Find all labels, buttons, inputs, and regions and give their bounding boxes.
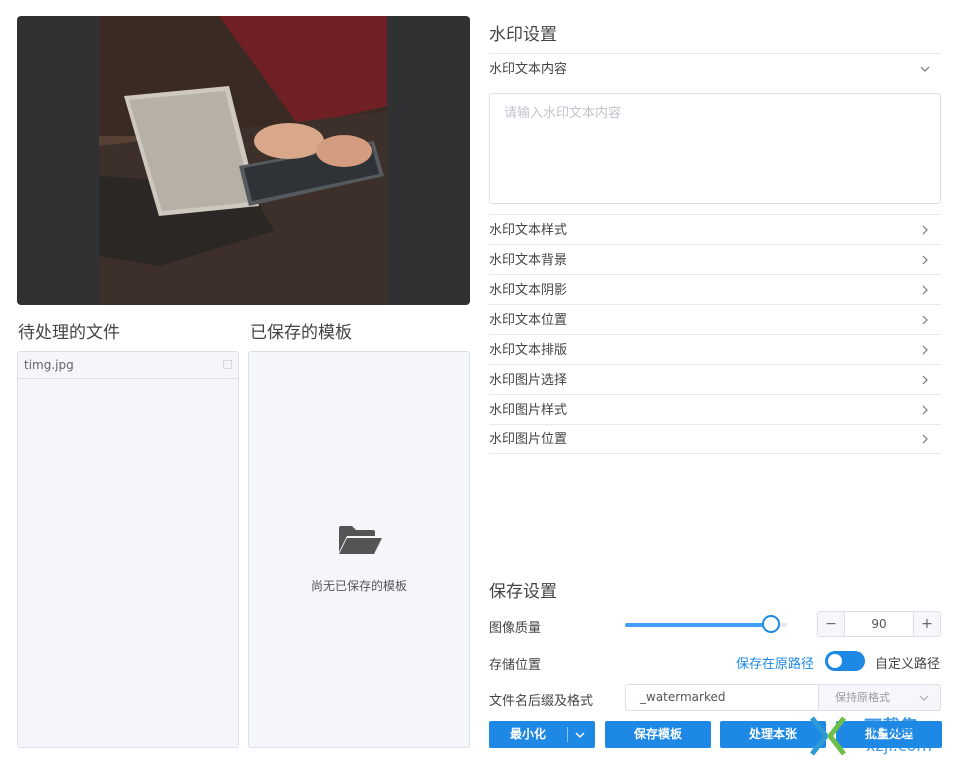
chevron-right-icon	[922, 405, 928, 415]
preview-photo	[99, 16, 387, 305]
save-settings-title: 保存设置	[489, 582, 557, 602]
file-name: timg.jpg	[24, 358, 74, 372]
file-checkbox[interactable]	[223, 360, 232, 369]
chevron-right-icon	[922, 225, 928, 235]
watermark-text-input[interactable]: 请输入水印文本内容	[489, 93, 941, 204]
quality-slider-thumb[interactable]	[761, 615, 780, 633]
accordion-label: 水印文本样式	[489, 223, 568, 238]
location-label: 存储位置	[489, 658, 542, 673]
templates-empty-text: 尚无已保存的模板	[310, 579, 407, 593]
image-preview	[17, 16, 470, 305]
site-url: xzji.com	[866, 736, 933, 755]
watermark-settings-title: 水印设置	[489, 25, 557, 45]
minimize-label: 最小化	[509, 727, 546, 741]
chevron-right-icon	[922, 434, 928, 444]
quality-label: 图像质量	[489, 621, 542, 636]
quality-slider-fill	[625, 623, 771, 627]
chevron-right-icon	[922, 345, 928, 355]
chevron-right-icon	[922, 285, 928, 295]
minimize-button[interactable]: 最小化	[489, 721, 595, 748]
increment-button[interactable]: +	[913, 612, 940, 636]
pending-files-title: 待处理的文件	[18, 323, 120, 343]
preview-photo-illustration	[99, 16, 387, 305]
decrement-button[interactable]: −	[818, 612, 845, 636]
divider	[489, 214, 941, 215]
format-select[interactable]: 保持原格式	[818, 684, 941, 711]
accordion-image-style[interactable]: 水印图片样式	[489, 396, 941, 425]
accordion-text-style[interactable]: 水印文本样式	[489, 216, 941, 245]
split-divider	[567, 727, 568, 742]
saved-templates-panel: 尚无已保存的模板	[248, 351, 470, 748]
accordion-image-select[interactable]: 水印图片选择	[489, 366, 941, 395]
divider	[489, 53, 941, 54]
accordion-label: 水印图片选择	[489, 373, 568, 388]
accordion-label: 水印文本位置	[489, 313, 568, 328]
suffix-input[interactable]: _watermarked	[625, 684, 819, 711]
accordion-label: 水印文本背景	[489, 253, 568, 268]
chevron-right-icon	[922, 315, 928, 325]
saved-templates-title: 已保存的模板	[250, 323, 352, 343]
chevron-down-icon[interactable]	[574, 729, 586, 741]
accordion-label: 水印图片样式	[489, 403, 568, 418]
location-toggle[interactable]	[825, 651, 865, 671]
save-template-button[interactable]: 保存模板	[605, 721, 711, 748]
accordion-text-shadow[interactable]: 水印文本阴影	[489, 276, 941, 305]
chevron-right-icon	[922, 375, 928, 385]
toggle-knob	[828, 654, 842, 668]
x-logo-icon	[810, 716, 846, 756]
quality-stepper: − 90 +	[817, 611, 941, 637]
format-select-value: 保持原格式	[835, 691, 890, 704]
accordion-label: 水印文本排版	[489, 343, 568, 358]
chevron-down-icon	[920, 66, 930, 72]
location-original-option[interactable]: 保存在原路径	[736, 653, 814, 672]
accordion-text-content[interactable]: 水印文本内容	[489, 55, 941, 84]
folder-open-icon	[339, 526, 382, 554]
accordion-image-position[interactable]: 水印图片位置	[489, 425, 941, 454]
chevron-down-icon	[919, 695, 929, 701]
site-watermark-logo: 下载集 xzji.com	[806, 712, 956, 762]
quality-input[interactable]: 90	[845, 612, 913, 636]
file-list-item[interactable]: timg.jpg	[18, 352, 238, 379]
accordion-label: 水印图片位置	[489, 432, 568, 447]
accordion-text-background[interactable]: 水印文本背景	[489, 246, 941, 275]
accordion-text-position[interactable]: 水印文本位置	[489, 306, 941, 335]
chevron-right-icon	[922, 255, 928, 265]
accordion-text-layout[interactable]: 水印文本排版	[489, 336, 941, 365]
accordion-label: 水印文本阴影	[489, 283, 568, 298]
location-custom-option[interactable]: 自定义路径	[875, 653, 940, 672]
pending-files-list: timg.jpg	[17, 351, 239, 748]
suffix-label: 文件名后缀及格式	[489, 694, 594, 709]
accordion-text-content-label: 水印文本内容	[489, 62, 568, 77]
